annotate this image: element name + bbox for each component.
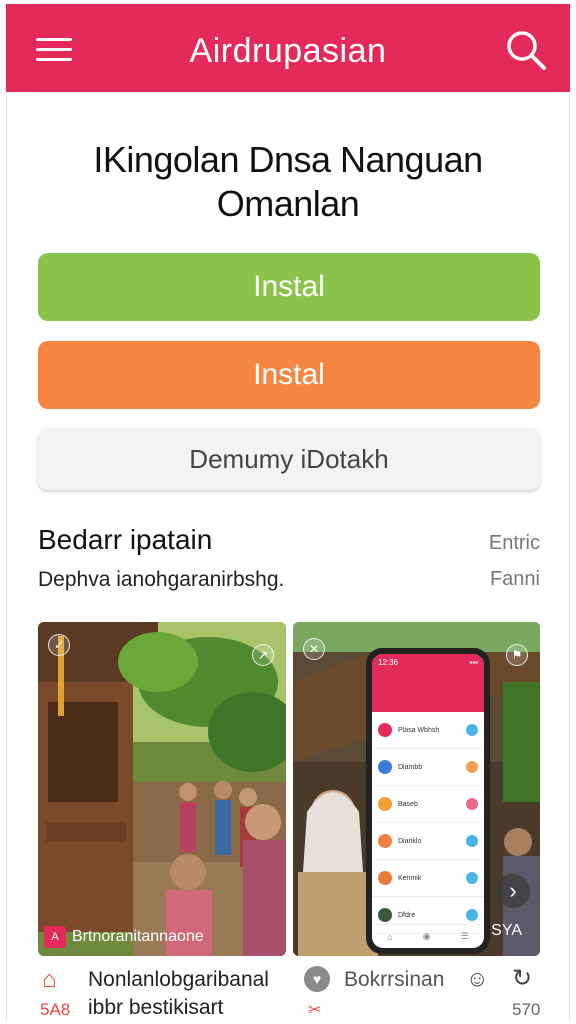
card-tag: SYA (491, 922, 522, 939)
phone-list-item: Baseb (372, 786, 484, 823)
chevron-right-icon[interactable]: › (496, 874, 530, 908)
leaf-icon: ✓ (48, 634, 70, 656)
install-button-primary[interactable]: Instal (38, 253, 540, 321)
village-scene-image (38, 622, 286, 956)
phone-list-item: Dianklo (372, 823, 484, 860)
gallery-card-app-preview[interactable]: ✕ ⚑ 12:36 ▪▪▪ Plasa Wbhsh Dlambb Baseb Di… (293, 622, 540, 956)
app-logo-icon: A (44, 926, 66, 948)
phone-mockup: 12:36 ▪▪▪ Plasa Wbhsh Dlambb Baseb Diankl… (366, 648, 490, 954)
phone-status-icons: ▪▪▪ (469, 658, 478, 667)
section-subtitle: Dephva ianohgaranirbshg. (38, 568, 285, 591)
phone-list-item: Plasa Wbhsh (372, 712, 484, 749)
headline-line-2: Omanlan (216, 183, 360, 224)
page-headline: IKingolan Dnsa Nanguan Omanlan (40, 138, 536, 226)
phone-header: 12:36 ▪▪▪ (372, 654, 484, 712)
bottom-bar: ⌂ 5A8 Nonlanlobgaribanal ibbr bestikisar… (38, 962, 546, 1022)
section-link[interactable]: Entric (489, 532, 540, 555)
item1-count: 5A8 (40, 1000, 71, 1019)
app-bar: Airdrupasian (6, 4, 570, 92)
card-caption-text: Brtnoranitannaone (72, 928, 204, 945)
item2-title[interactable]: Bokrrsinan (344, 968, 444, 992)
app-title: Airdrupasian (189, 32, 387, 70)
flag-icon[interactable]: ⚑ (506, 644, 528, 666)
item3-count: 570 (512, 1000, 541, 1019)
close-icon[interactable]: ✕ (303, 638, 325, 660)
heart-icon[interactable]: ♥ (304, 966, 330, 992)
headline-line-1: IKingolan Dnsa Nanguan (93, 139, 483, 180)
phone-list-item: Kenmik (372, 860, 484, 897)
refresh-icon[interactable]: ↻ (512, 964, 532, 993)
chat-icon[interactable]: ☺ (466, 966, 488, 992)
home-icon[interactable]: ⌂ (42, 966, 57, 994)
gallery-card-village[interactable]: ✓ ↗ A Brtnoranitannaone (38, 622, 286, 956)
phone-nav: ⌂ ◉ ☰ (372, 924, 484, 948)
item1-subtitle: ibbr bestikisart (88, 996, 224, 1019)
section-link-secondary[interactable]: Fanni (490, 568, 540, 591)
demo-button[interactable]: Demumy iDotakh (38, 428, 540, 490)
phone-screen: 12:36 ▪▪▪ Plasa Wbhsh Dlambb Baseb Diankl… (372, 654, 484, 948)
share-icon[interactable]: ↗ (252, 644, 274, 666)
phone-list-item: Dlambb (372, 749, 484, 786)
phone-status-time: 12:36 (378, 658, 399, 667)
section-title: Bedarr ipatain (38, 524, 213, 555)
shuffle-icon[interactable]: ✂ (308, 1000, 321, 1020)
item1-title[interactable]: Nonlanlobgaribanal (88, 968, 269, 992)
install-button-secondary[interactable]: Instal (38, 341, 540, 409)
search-icon[interactable] (504, 28, 548, 72)
card-caption: A Brtnoranitannaone (44, 922, 280, 952)
